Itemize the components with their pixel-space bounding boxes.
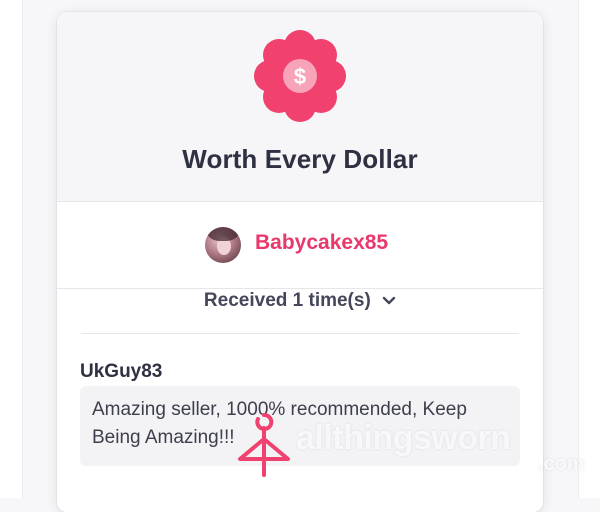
user-avatar[interactable]	[205, 227, 241, 263]
received-count-label: Received 1 time(s)	[203, 290, 371, 311]
avatar-hair	[205, 227, 241, 241]
section-divider	[81, 333, 519, 334]
right-gutter	[578, 0, 600, 498]
chevron-down-icon	[382, 296, 396, 305]
sender-username-link[interactable]: Babycakex85	[255, 231, 388, 255]
review-author: UkGuy83	[80, 361, 163, 382]
sender-row: Babycakex85	[57, 202, 543, 289]
received-count-toggle[interactable]: Received 1 time(s)	[0, 290, 600, 312]
review-text: Amazing seller, 1000% recommended, Keep …	[92, 399, 467, 448]
svg-text:$: $	[294, 64, 306, 89]
review-box: Amazing seller, 1000% recommended, Keep …	[80, 386, 520, 466]
left-gutter	[0, 0, 23, 498]
gift-header: $ Worth Every Dollar	[57, 12, 543, 202]
dollar-badge-icon: $	[254, 30, 346, 122]
gift-title: Worth Every Dollar	[182, 144, 418, 174]
